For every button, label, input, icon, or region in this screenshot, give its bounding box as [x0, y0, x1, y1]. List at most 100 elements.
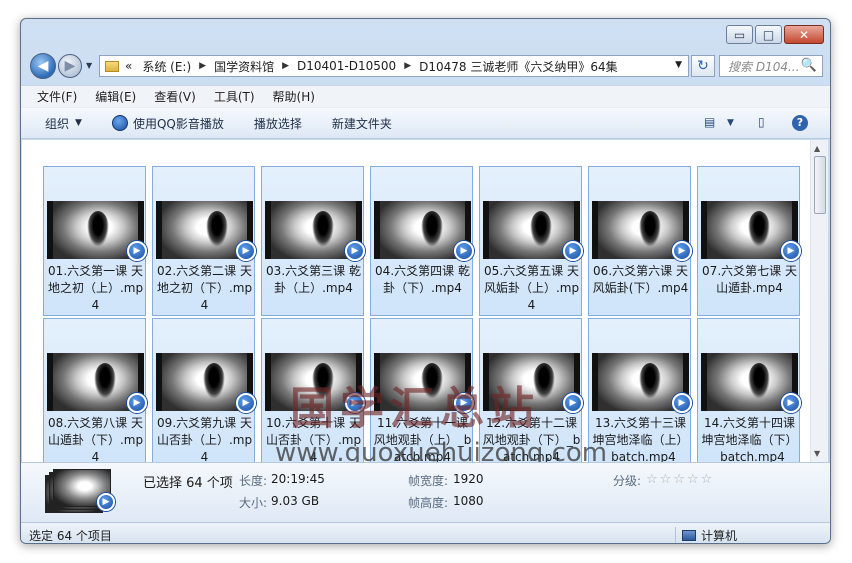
- file-item[interactable]: ▶ 10.六爻第十课 天山否卦（下）.mp4: [261, 318, 365, 462]
- qq-play-label: 使用QQ影音播放: [132, 116, 224, 131]
- file-name: 06.六爻第六课 天风姤卦(下）.mp4: [592, 264, 689, 295]
- menu-tools[interactable]: 工具(T): [214, 88, 255, 105]
- minimize-button[interactable]: ▭: [726, 25, 753, 44]
- forward-button[interactable]: ▶: [58, 54, 82, 78]
- file-item[interactable]: ▶ 03.六爻第三课 乾卦（上）.mp4: [261, 166, 365, 316]
- file-name: 14.六爻第十四课 坤宫地泽临（下）_batch.mp4: [701, 416, 798, 462]
- qq-video-badge-icon: ▶: [97, 493, 115, 511]
- vertical-scrollbar[interactable]: ▲ ▼: [810, 140, 828, 462]
- file-item[interactable]: ▶ 12.六爻第十二课 风地观卦（下）_batch.mp4: [479, 318, 583, 462]
- search-icon[interactable]: 🔍: [801, 58, 817, 73]
- title-bar: ▭ □ ✕: [21, 19, 830, 49]
- frame-width-value: 1920: [453, 472, 484, 486]
- file-name: 02.六爻第二课 天地之初（下）.mp4: [156, 264, 253, 312]
- search-placeholder: 搜索 D104...: [728, 59, 800, 74]
- breadcrumb-separator-icon[interactable]: ▶: [199, 61, 206, 71]
- file-item[interactable]: ▶ 09.六爻第九课 天山否卦（上）.mp4: [152, 318, 256, 462]
- qq-video-badge-icon: ▶: [672, 393, 692, 413]
- breadcrumb-item[interactable]: 系统 (E:): [142, 58, 191, 75]
- scroll-down-icon[interactable]: ▼: [814, 449, 820, 458]
- file-name: 04.六爻第四课 乾卦（下）.mp4: [375, 264, 470, 295]
- frame-width-label: 帧宽度:: [408, 474, 449, 488]
- file-item[interactable]: ▶ 01.六爻第一课 天地之初（上）.mp4: [43, 166, 147, 316]
- status-location-text: 计算机: [701, 528, 738, 543]
- file-list: ▶ 01.六爻第一课 天地之初（上）.mp4 ▶ 02.六爻第二课 天地之初（下）.m…: [22, 140, 810, 462]
- breadcrumb-item[interactable]: D10401-D10500: [297, 59, 396, 73]
- recent-pages-dropdown[interactable]: ▼: [86, 61, 92, 70]
- status-selection-text: 选定 64 个项目: [29, 529, 112, 543]
- address-bar[interactable]: « 系统 (E:) ▶ 国学资料馆 ▶ D10401-D10500 ▶ D10478 三诚老…: [99, 55, 689, 77]
- qq-video-badge-icon: ▶: [454, 393, 474, 413]
- file-item[interactable]: ▶ 07.六爻第七课 天山遁卦.mp4: [697, 166, 801, 316]
- qq-video-badge-icon: ▶: [127, 393, 147, 413]
- selection-stack-icon: ▶: [45, 469, 115, 513]
- file-name: 05.六爻第五课 天风姤卦（上）.mp4: [483, 264, 580, 312]
- address-chevron[interactable]: «: [125, 59, 132, 73]
- selected-count: 已选择 64 个项: [143, 476, 233, 491]
- qq-video-badge-icon: ▶: [563, 241, 583, 261]
- breadcrumb-item[interactable]: 国学资料馆: [214, 58, 274, 75]
- rating-stars[interactable]: ☆☆☆☆☆: [646, 472, 714, 487]
- qq-video-badge-icon: ▶: [454, 241, 474, 261]
- file-name: 08.六爻第八课 天山遁卦（下）.mp4: [47, 416, 144, 462]
- preview-pane-icon[interactable]: ▯: [758, 115, 765, 129]
- menu-edit[interactable]: 编辑(E): [95, 88, 136, 105]
- file-item[interactable]: ▶ 08.六爻第八课 天山遁卦（下）.mp4: [43, 318, 147, 462]
- new-folder-button[interactable]: 新建文件夹: [332, 115, 392, 132]
- back-arrow-icon: ◀: [37, 58, 49, 74]
- explorer-window: ▭ □ ✕ ◀ ▶ ▼ « 系统 (E:) ▶ 国学资料馆 ▶ D10401-D1050…: [20, 18, 831, 544]
- status-bar: 选定 64 个项目 计算机: [21, 522, 830, 543]
- file-name: 10.六爻第十课 天山否卦（下）.mp4: [265, 416, 362, 462]
- file-name: 07.六爻第七课 天山遁卦.mp4: [702, 264, 797, 295]
- scroll-up-icon[interactable]: ▲: [814, 144, 820, 153]
- file-name: 01.六爻第一课 天地之初（上）.mp4: [47, 264, 144, 312]
- qq-video-badge-icon: ▶: [127, 241, 147, 261]
- menu-file[interactable]: 文件(F): [37, 88, 77, 105]
- play-selection-button[interactable]: 播放选择: [254, 115, 302, 132]
- file-item[interactable]: ▶ 14.六爻第十四课 坤宫地泽临（下）_batch.mp4: [697, 318, 801, 462]
- view-dropdown-icon[interactable]: ▼: [727, 118, 734, 128]
- forward-arrow-icon: ▶: [64, 58, 76, 74]
- qq-video-badge-icon: ▶: [345, 393, 365, 413]
- scrollbar-thumb[interactable]: [814, 156, 826, 214]
- file-name: 12.六爻第十二课 风地观卦（下）_batch.mp4: [482, 416, 581, 462]
- close-button[interactable]: ✕: [784, 25, 824, 44]
- qq-video-badge-icon: ▶: [672, 241, 692, 261]
- length-value: 20:19:45: [271, 472, 325, 486]
- file-item[interactable]: ▶ 04.六爻第四课 乾卦（下）.mp4: [370, 166, 474, 316]
- menu-view[interactable]: 查看(V): [154, 88, 196, 105]
- command-bar: 组织 ▼ 使用QQ影音播放 播放选择 新建文件夹 ▤ ▼ ▯ ?: [21, 107, 830, 139]
- new-folder-label: 新建文件夹: [331, 116, 392, 131]
- search-input[interactable]: 搜索 D104... 🔍: [719, 55, 823, 77]
- file-item[interactable]: ▶ 11.六爻第十一课 风地观卦（上）_batch.mp4: [370, 318, 474, 462]
- file-name: 13.六爻第十三课 坤宫地泽临（上）_batch.mp4: [592, 416, 689, 462]
- refresh-icon: ↻: [697, 58, 709, 74]
- qq-video-badge-icon: ▶: [236, 241, 256, 261]
- file-item[interactable]: ▶ 06.六爻第六课 天风姤卦(下）.mp4: [588, 166, 692, 316]
- back-button[interactable]: ◀: [30, 53, 56, 79]
- maximize-button[interactable]: □: [755, 25, 782, 44]
- menu-help[interactable]: 帮助(H): [273, 88, 315, 105]
- size-value: 9.03 GB: [271, 494, 320, 508]
- view-options-icon[interactable]: ▤: [704, 115, 715, 129]
- address-dropdown-icon[interactable]: ▼: [675, 60, 682, 70]
- refresh-button[interactable]: ↻: [691, 55, 715, 77]
- breadcrumb: 系统 (E:) ▶ 国学资料馆 ▶ D10401-D10500 ▶ D10478 三诚老师《…: [142, 58, 617, 75]
- frame-height-value: 1080: [453, 494, 484, 508]
- help-icon[interactable]: ?: [792, 115, 808, 131]
- status-location: 计算机: [675, 527, 737, 543]
- breadcrumb-separator-icon[interactable]: ▶: [404, 61, 411, 71]
- file-name: 03.六爻第三课 乾卦（上）.mp4: [266, 264, 361, 295]
- details-pane: ▶ 已选择 64 个项 长度: 20:19:45 大小: 9.03 GB 帧宽度…: [21, 462, 830, 522]
- breadcrumb-item[interactable]: D10478 三诚老师《六爻纳甲》64集: [419, 58, 618, 75]
- organize-label: 组织: [45, 116, 70, 131]
- organize-button[interactable]: 组织 ▼: [45, 115, 82, 132]
- rating-label: 分级:: [613, 474, 642, 488]
- file-name: 11.六爻第十一课 风地观卦（上）_batch.mp4: [373, 416, 472, 462]
- qq-play-button[interactable]: 使用QQ影音播放: [111, 115, 224, 132]
- file-item[interactable]: ▶ 05.六爻第五课 天风姤卦（上）.mp4: [479, 166, 583, 316]
- navigation-bar: ◀ ▶ ▼ « 系统 (E:) ▶ 国学资料馆 ▶ D10401-D10500 ▶ D104…: [21, 49, 830, 83]
- file-item[interactable]: ▶ 13.六爻第十三课 坤宫地泽临（上）_batch.mp4: [588, 318, 692, 462]
- breadcrumb-separator-icon[interactable]: ▶: [282, 61, 289, 71]
- file-item[interactable]: ▶ 02.六爻第二课 天地之初（下）.mp4: [152, 166, 256, 316]
